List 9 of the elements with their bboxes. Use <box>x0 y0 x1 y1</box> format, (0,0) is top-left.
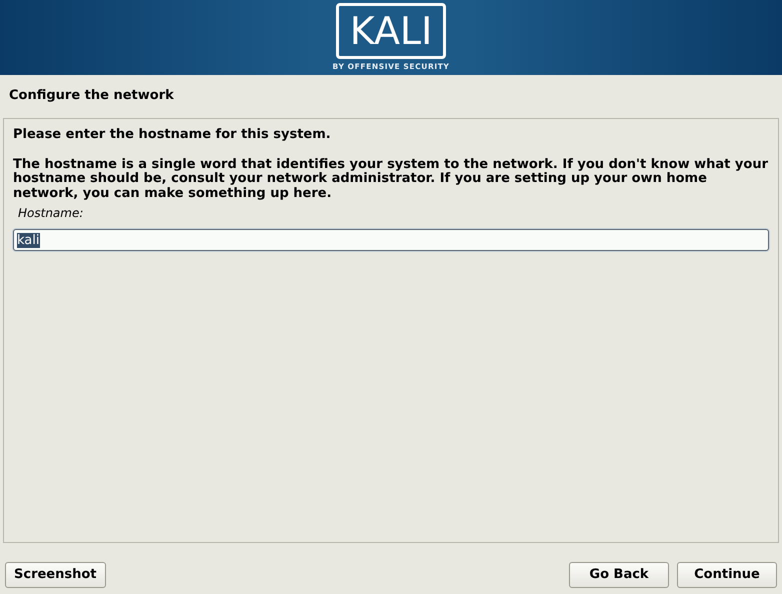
dialog-button[interactable]: Screenshot <box>5 562 106 588</box>
description-text: The hostname is a single word that identifies your system to the network. If you don't know what your hostname should be, consult your network administrator. If you are setting up your own home network, you can make something up here. <box>13 158 769 202</box>
prompt-text: Please enter the hostname for this system. <box>13 126 332 144</box>
hostname-field[interactable]: kali <box>13 229 769 252</box>
dialog-button[interactable]: Continue <box>677 562 777 588</box>
dialog-button[interactable]: Go Back <box>569 562 669 588</box>
logo-text: KALI <box>336 2 446 59</box>
field-label: Hostname: <box>17 205 84 222</box>
page-title: Configure the network <box>9 88 174 103</box>
